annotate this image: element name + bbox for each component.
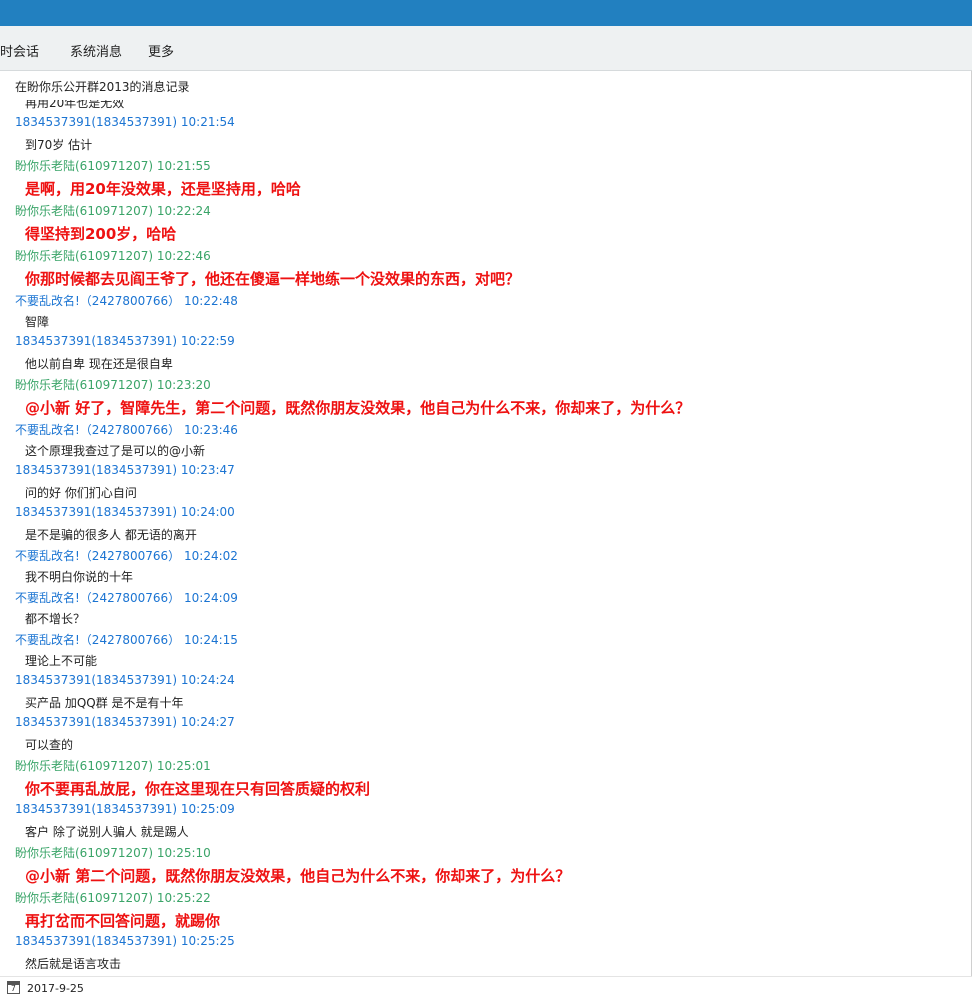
sender-name: 盼你乐老陆(610971207) [15, 204, 154, 218]
tab-more[interactable]: 更多 [148, 41, 174, 60]
message-sender[interactable]: 1834537391(1834537391) 10:23:47 [15, 463, 235, 477]
message-body: 买产品 加QQ群 是不是有十年 [25, 696, 184, 710]
message-body: 问的好 你们扪心自问 [25, 486, 137, 500]
message-sender[interactable]: 盼你乐老陆(610971207) 10:21:55 [15, 157, 211, 174]
message-body-highlight: 你那时候都去见阎王爷了，他还在傻逼一样地练一个没效果的东西，对吧？ [25, 270, 521, 288]
message-sender[interactable]: 1834537391(1834537391) 10:22:59 [15, 334, 235, 348]
message-time: 10:24:09 [184, 591, 238, 605]
sender-name: 盼你乐老陆(610971207) [15, 846, 154, 860]
history-date: 2017-9-25 [27, 982, 84, 995]
message-time: 10:24:27 [180, 715, 235, 729]
message-time: 10:22:24 [156, 204, 211, 218]
sender-name: 不要乱改名!（2427800766） [15, 294, 181, 308]
message-body: 智障 [25, 315, 50, 329]
message-sender[interactable]: 盼你乐老陆(610971207) 10:22:24 [15, 202, 211, 219]
sender-name: 1834537391(1834537391) [15, 115, 178, 129]
tab-temp-chat[interactable]: 临时会话 [0, 41, 39, 60]
message-body: 到70岁 估计 [25, 138, 93, 152]
calendar-icon-day: 7 [11, 984, 16, 993]
message-body: 客户 除了说别人骗人 就是踢人 [25, 825, 189, 839]
message-sender[interactable]: 不要乱改名!（2427800766） 10:22:48 [15, 292, 238, 309]
message-time: 10:24:00 [180, 505, 235, 519]
sender-name: 不要乱改名!（2427800766） [15, 591, 181, 605]
message-sender[interactable]: 1834537391(1834537391) 10:21:54 [15, 115, 235, 129]
message-body: 理论上不可能 [25, 654, 98, 668]
sender-name: 不要乱改名!（2427800766） [15, 423, 181, 437]
message-sender[interactable]: 不要乱改名!（2427800766） 10:24:09 [15, 589, 238, 606]
sender-name: 盼你乐老陆(610971207) [15, 249, 154, 263]
message-time: 10:22:46 [156, 249, 211, 263]
message-time: 10:24:02 [184, 549, 238, 563]
sender-name: 不要乱改名!（2427800766） [15, 633, 181, 647]
message-time: 10:23:20 [156, 378, 211, 392]
message-time: 10:21:54 [180, 115, 235, 129]
message-time: 10:25:25 [180, 934, 235, 948]
message-time: 10:21:55 [156, 159, 211, 173]
message-sender[interactable]: 盼你乐老陆(610971207) 10:25:22 [15, 889, 211, 906]
message-list[interactable]: 再用20年也是无效 1834537391(1834537391) 10:21:54… [0, 100, 971, 969]
sender-name: 1834537391(1834537391) [15, 802, 178, 816]
message-body: 是不是骗的很多人 都无语的离开 [25, 528, 197, 542]
message-body-highlight: @小新 好了，智障先生，第二个问题，既然你朋友没效果，他自己为什么不来，你却来了… [25, 399, 691, 417]
message-body: 这个原理我查过了是可以的@小新 [25, 444, 206, 458]
message-body-highlight: @小新 第二个问题，既然你朋友没效果，他自己为什么不来，你却来了，为什么？ [25, 867, 571, 885]
message-time: 10:22:59 [180, 334, 235, 348]
sender-name: 1834537391(1834537391) [15, 934, 178, 948]
sender-name: 不要乱改名!（2427800766） [15, 549, 181, 563]
sender-name: 盼你乐老陆(610971207) [15, 759, 154, 773]
message-time: 10:23:47 [180, 463, 235, 477]
message-body-highlight: 是啊，用20年没效果，还是坚持用，哈哈 [25, 180, 301, 198]
message-sender[interactable]: 1834537391(1834537391) 10:24:00 [15, 505, 235, 519]
message-body: 都不增长？ [25, 612, 86, 626]
message-sender[interactable]: 盼你乐老陆(610971207) 10:22:46 [15, 247, 211, 264]
message-sender[interactable]: 不要乱改名!（2427800766） 10:23:46 [15, 421, 238, 438]
tab-system-messages[interactable]: 系统消息 [70, 41, 122, 60]
message-time: 10:25:09 [180, 802, 235, 816]
message-sender[interactable]: 1834537391(1834537391) 10:24:27 [15, 715, 235, 729]
message-body: 可以查的 [25, 738, 74, 752]
message-body: 他以前自卑 现在还是很自卑 [25, 357, 173, 371]
message-time: 10:22:48 [184, 294, 238, 308]
message-sender[interactable]: 1834537391(1834537391) 10:24:24 [15, 673, 235, 687]
message-time: 10:25:10 [156, 846, 211, 860]
message-body-highlight: 你不要再乱放屁，你在这里现在只有回答质疑的权利 [25, 780, 371, 798]
message-sender[interactable]: 盼你乐老陆(610971207) 10:25:01 [15, 757, 211, 774]
message-time: 10:23:46 [184, 423, 238, 437]
message-sender[interactable]: 盼你乐老陆(610971207) 10:25:10 [15, 844, 211, 861]
sender-name: 1834537391(1834537391) [15, 463, 178, 477]
message-body: 然后就是语言攻击 [25, 957, 122, 969]
sender-name: 盼你乐老陆(610971207) [15, 891, 154, 905]
footer-bar: 7 2017-9-25 [0, 976, 972, 1008]
sender-name: 1834537391(1834537391) [15, 334, 178, 348]
sender-name: 1834537391(1834537391) [15, 673, 178, 687]
window-title-bar [0, 0, 972, 26]
message-time: 10:24:15 [184, 633, 238, 647]
message-time: 10:25:22 [156, 891, 211, 905]
message-sender[interactable]: 不要乱改名!（2427800766） 10:24:15 [15, 631, 238, 648]
message-body: 再用20年也是无效 [25, 100, 125, 110]
sender-name: 盼你乐老陆(610971207) [15, 159, 154, 173]
tab-bar: 临时会话 系统消息 更多 [0, 26, 972, 71]
sender-name: 1834537391(1834537391) [15, 715, 178, 729]
message-sender[interactable]: 盼你乐老陆(610971207) 10:23:20 [15, 376, 211, 393]
message-history-panel: 在盼你乐公开群2013的消息记录 再用20年也是无效 1834537391(183… [0, 71, 972, 976]
message-time: 10:24:24 [180, 673, 235, 687]
message-sender[interactable]: 1834537391(1834537391) 10:25:25 [15, 934, 235, 948]
calendar-icon[interactable]: 7 [7, 981, 20, 994]
message-body-highlight: 得坚持到200岁，哈哈 [25, 225, 177, 243]
message-body: 我不明白你说的十年 [25, 570, 134, 584]
sender-name: 1834537391(1834537391) [15, 505, 178, 519]
history-title: 在盼你乐公开群2013的消息记录 [15, 80, 190, 94]
message-sender[interactable]: 1834537391(1834537391) 10:25:09 [15, 802, 235, 816]
sender-name: 盼你乐老陆(610971207) [15, 378, 154, 392]
message-body-highlight: 再打岔而不回答问题，就踢你 [25, 912, 221, 930]
message-sender[interactable]: 不要乱改名!（2427800766） 10:24:02 [15, 547, 238, 564]
message-time: 10:25:01 [156, 759, 211, 773]
